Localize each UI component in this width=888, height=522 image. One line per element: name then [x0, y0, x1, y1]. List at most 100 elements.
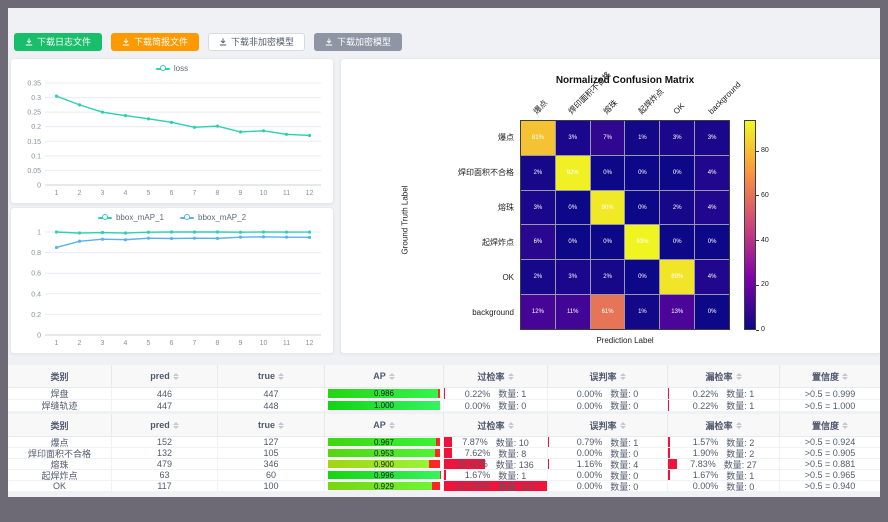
column-header-true[interactable]: true: [218, 414, 325, 437]
over-detection-bar: [444, 470, 446, 480]
data-point: [124, 238, 127, 241]
x-tick-label: 2: [78, 190, 82, 197]
download-encrypted-model-button[interactable]: 下载加密模型: [314, 33, 402, 51]
miss-detection-rate: 7.83%: [690, 459, 716, 469]
miss-detection-count: 数量: 1: [726, 470, 754, 481]
sort-caret-icon[interactable]: [278, 373, 284, 380]
matrix-col-label: OK: [671, 101, 686, 116]
confidence-cell: >0.5 = 0.999: [780, 388, 880, 400]
pred-cell: 447: [112, 400, 218, 412]
false-judge-cell: 0.00%数量: 0: [548, 400, 668, 412]
sort-caret-icon[interactable]: [736, 422, 742, 429]
sort-caret-icon[interactable]: [389, 373, 395, 380]
matrix-cell-0-4: 3%: [660, 121, 694, 155]
legend-item-bbox_mAP_2[interactable]: bbox_mAP_2: [180, 213, 246, 222]
x-tick-label: 8: [216, 190, 220, 197]
ap-cell: 0.986: [325, 388, 444, 400]
miss-detection-cell: 0.00%数量: 0: [668, 481, 780, 492]
miss-detection-count: 数量: 2: [726, 437, 754, 448]
ap-value: 0.929: [328, 482, 440, 490]
sort-caret-icon[interactable]: [173, 422, 179, 429]
false-judge-count: 数量: 0: [610, 388, 638, 400]
false-judge-cell: 0.00%数量: 0: [548, 448, 668, 459]
matrix-col-label: 熔珠: [601, 98, 619, 116]
sort-caret-icon[interactable]: [842, 422, 848, 429]
category-cell: 焊盘: [8, 388, 112, 400]
confusion-matrix-xlabel: Prediction Label: [445, 336, 805, 345]
table-row: 焊缝轨迹4474481.0000.00%数量: 00.00%数量: 00.22%…: [8, 400, 880, 412]
column-header-误判率[interactable]: 误判率: [548, 414, 668, 437]
false-judge-bar: [548, 459, 549, 469]
data-point: [216, 230, 219, 233]
summary-table-1: 类别predtrueAP过检率误判率漏检率置信度焊盘4464470.9860.2…: [8, 365, 880, 412]
false-judge-rate: 0.00%: [577, 389, 603, 399]
sort-caret-icon[interactable]: [173, 373, 179, 380]
false-judge-rate: 0.00%: [577, 448, 603, 458]
over-detection-count: 数量: 136: [496, 459, 534, 470]
column-header-漏检率[interactable]: 漏检率: [668, 365, 780, 388]
sort-caret-icon[interactable]: [508, 373, 514, 380]
column-header-AP[interactable]: AP: [325, 414, 444, 437]
sort-caret-icon[interactable]: [508, 422, 514, 429]
matrix-cell-2-5: 4%: [695, 191, 729, 225]
sort-caret-icon[interactable]: [389, 422, 395, 429]
column-header-true[interactable]: true: [218, 365, 325, 388]
ap-value: 1.000: [328, 401, 440, 410]
download-unencrypted-model-button[interactable]: 下载非加密模型: [208, 33, 305, 51]
series-line-loss: [57, 96, 310, 135]
column-header-过检率[interactable]: 过检率: [444, 414, 548, 437]
column-header-置信度[interactable]: 置信度: [780, 365, 880, 388]
column-header-过检率[interactable]: 过检率: [444, 365, 548, 388]
column-header-误判率[interactable]: 误判率: [548, 365, 668, 388]
column-header-漏检率[interactable]: 漏检率: [668, 414, 780, 437]
matrix-cell-5-1: 11%: [556, 295, 590, 329]
matrix-cell-2-4: 2%: [660, 191, 694, 225]
confidence-cell: >0.5 = 0.924: [780, 437, 880, 448]
data-point: [262, 230, 265, 233]
table-row: 焊盘4464470.9860.22%数量: 10.00%数量: 00.22%数量…: [8, 388, 880, 400]
true-cell: 448: [218, 400, 325, 412]
ap-value: 0.996: [328, 471, 440, 479]
over-detection-count: 数量: 8: [498, 448, 526, 459]
toolbar: 下载日志文件下载简报文件下载非加密模型下载加密模型: [14, 33, 402, 51]
matrix-cell-1-1: 92%: [556, 156, 590, 190]
x-tick-label: 11: [283, 190, 290, 197]
sort-caret-icon[interactable]: [620, 373, 626, 380]
over-detection-count: 数量: 1: [498, 388, 526, 400]
download-report-button[interactable]: 下载简报文件: [111, 33, 199, 51]
dashboard-page: 下载日志文件下载简报文件下载非加密模型下载加密模型 loss 00.050.10…: [8, 8, 880, 497]
column-header-pred[interactable]: pred: [112, 365, 218, 388]
colorbar: [744, 120, 756, 330]
data-point: [124, 231, 127, 234]
sort-caret-icon[interactable]: [842, 373, 848, 380]
y-tick-label: 0.8: [31, 250, 41, 257]
confusion-matrix-grid: 81%3%7%1%3%3%2%92%0%0%0%4%3%0%90%0%2%4%6…: [520, 120, 730, 330]
false-judge-rate: 0.79%: [577, 437, 603, 447]
sort-caret-icon[interactable]: [736, 373, 742, 380]
sort-caret-icon[interactable]: [278, 422, 284, 429]
legend-item-bbox_mAP_1[interactable]: bbox_mAP_1: [98, 213, 164, 222]
false-judge-cell: 0.79%数量: 1: [548, 437, 668, 448]
column-header-label: 误判率: [589, 370, 616, 383]
column-header-pred[interactable]: pred: [112, 414, 218, 437]
column-header-AP[interactable]: AP: [325, 365, 444, 388]
column-header-label: 置信度: [812, 370, 839, 383]
sort-caret-icon[interactable]: [620, 422, 626, 429]
over-detection-bar: [444, 448, 452, 458]
data-point: [285, 231, 288, 234]
over-detection-bar: [444, 437, 452, 447]
data-point: [193, 237, 196, 240]
x-tick-label: 11: [283, 340, 290, 347]
colorbar-tick-mark: [756, 151, 759, 152]
false-judge-count: 数量: 0: [610, 481, 638, 492]
ap-value: 0.900: [328, 460, 440, 468]
download-log-button[interactable]: 下载日志文件: [14, 33, 102, 51]
column-header-label: true: [258, 420, 275, 430]
miss-detection-bar: [668, 437, 670, 447]
column-header-label: AP: [373, 420, 386, 430]
ap-cell: 1.000: [325, 400, 444, 412]
column-header-置信度[interactable]: 置信度: [780, 414, 880, 437]
miss-detection-cell: 1.57%数量: 2: [668, 437, 780, 448]
legend-item-loss[interactable]: loss: [156, 64, 188, 73]
legend-marker-dot-icon: [102, 214, 108, 220]
